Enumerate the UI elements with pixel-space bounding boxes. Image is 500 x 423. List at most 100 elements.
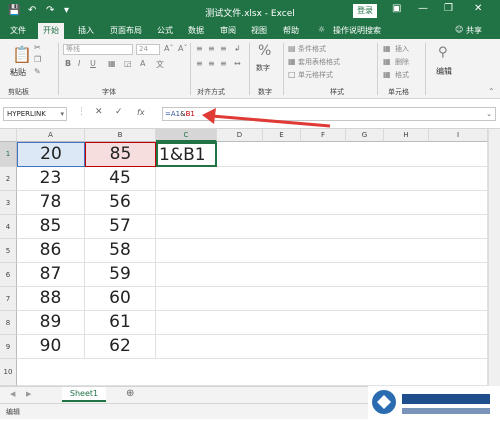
fill-color-icon[interactable]: ◲ bbox=[124, 59, 132, 68]
align-center-icon[interactable]: ≡ bbox=[208, 59, 215, 68]
bold-icon[interactable]: B bbox=[65, 59, 71, 68]
table-format-icon[interactable]: ▦ bbox=[288, 57, 296, 66]
cell-a3[interactable]: 78 bbox=[17, 191, 85, 215]
format-cells-icon[interactable]: ▦ bbox=[383, 70, 391, 79]
row-header[interactable]: 3 bbox=[0, 191, 17, 215]
scroll-right-icon[interactable]: ▶ bbox=[26, 390, 31, 398]
row-header[interactable]: 2 bbox=[0, 167, 17, 191]
cell-a8[interactable]: 89 bbox=[17, 311, 85, 335]
number-format-button[interactable]: 数字 bbox=[256, 63, 270, 73]
share-button[interactable]: 共享 bbox=[466, 25, 482, 36]
align-middle-icon[interactable]: ≡ bbox=[208, 44, 215, 53]
insert-function-button[interactable]: fx bbox=[137, 108, 145, 117]
italic-icon[interactable]: I bbox=[78, 59, 80, 68]
copy-icon[interactable]: ❐ bbox=[34, 55, 41, 64]
row-header[interactable]: 8 bbox=[0, 311, 17, 335]
row-empty-area[interactable] bbox=[156, 311, 488, 335]
align-top-icon[interactable]: ≡ bbox=[196, 44, 203, 53]
cell-b4[interactable]: 57 bbox=[85, 215, 156, 239]
delete-cells-button[interactable]: 删除 bbox=[395, 57, 409, 67]
underline-icon[interactable]: U bbox=[90, 59, 96, 68]
row-empty-area[interactable] bbox=[156, 239, 488, 263]
row-empty-area[interactable] bbox=[156, 263, 488, 287]
row-empty-area[interactable] bbox=[156, 335, 488, 359]
column-header-g[interactable]: G bbox=[346, 129, 384, 142]
row-header[interactable]: 6 bbox=[0, 263, 17, 287]
sheet-tab-sheet1[interactable]: Sheet1 bbox=[62, 387, 106, 402]
column-header-f[interactable]: F bbox=[301, 129, 346, 142]
conditional-format-button[interactable]: 条件格式 bbox=[298, 44, 326, 54]
cut-icon[interactable]: ✂ bbox=[34, 43, 41, 52]
cell-b3[interactable]: 56 bbox=[85, 191, 156, 215]
search-icon[interactable]: ⚲ bbox=[438, 45, 448, 60]
column-header-a[interactable]: A bbox=[17, 129, 85, 142]
column-header-c[interactable]: C bbox=[156, 129, 217, 142]
font-color-icon[interactable]: A bbox=[140, 59, 145, 68]
conditional-format-icon[interactable]: ▤ bbox=[288, 44, 296, 53]
enter-formula-button[interactable]: ✓ bbox=[115, 107, 123, 117]
cell-b2[interactable]: 45 bbox=[85, 167, 156, 191]
minimize-button[interactable]: — bbox=[418, 3, 428, 14]
cell-style-icon[interactable]: □ bbox=[288, 70, 296, 79]
name-box[interactable]: HYPERLINK ▾ bbox=[3, 107, 67, 121]
row-empty-area[interactable] bbox=[156, 167, 488, 191]
ribbon-display-icon[interactable]: ▣ bbox=[392, 3, 401, 14]
row-empty-area[interactable] bbox=[156, 191, 488, 215]
align-right-icon[interactable]: ≡ bbox=[220, 59, 227, 68]
cell-b1[interactable]: 85 bbox=[85, 142, 156, 167]
cell-b8[interactable]: 61 bbox=[85, 311, 156, 335]
tab-data[interactable]: 数据 bbox=[188, 25, 204, 36]
table-format-button[interactable]: 套用表格格式 bbox=[298, 57, 340, 67]
column-header-b[interactable]: B bbox=[85, 129, 156, 142]
close-button[interactable]: ✕ bbox=[474, 3, 482, 14]
tab-insert[interactable]: 插入 bbox=[78, 25, 94, 36]
cell-a7[interactable]: 88 bbox=[17, 287, 85, 311]
merge-center-icon[interactable]: ↔ bbox=[234, 59, 241, 68]
collapse-ribbon-icon[interactable]: ⌃ bbox=[488, 87, 495, 96]
cell-style-button[interactable]: 单元格样式 bbox=[298, 70, 333, 80]
align-left-icon[interactable]: ≡ bbox=[196, 59, 203, 68]
paste-button[interactable]: 粘贴 bbox=[10, 67, 26, 78]
border-icon[interactable]: ▦ bbox=[108, 59, 116, 68]
cell-a2[interactable]: 23 bbox=[17, 167, 85, 191]
cell-b9[interactable]: 62 bbox=[85, 335, 156, 359]
cell-a6[interactable]: 87 bbox=[17, 263, 85, 287]
shrink-font-icon[interactable]: Aˇ bbox=[178, 44, 187, 53]
tell-me-search[interactable]: 操作说明搜索 bbox=[333, 25, 381, 36]
cell-b7[interactable]: 60 bbox=[85, 287, 156, 311]
row-header[interactable]: 10 bbox=[0, 359, 17, 386]
worksheet-grid[interactable]: A B C D E F G H I 1 20 85 1&B1 2 23 45 3… bbox=[0, 129, 500, 386]
signin-button[interactable]: 登录 bbox=[353, 4, 377, 18]
cancel-formula-button[interactable]: ✕ bbox=[95, 107, 103, 117]
cell-b6[interactable]: 59 bbox=[85, 263, 156, 287]
row-header[interactable]: 1 bbox=[0, 142, 17, 167]
tab-formulas[interactable]: 公式 bbox=[157, 25, 173, 36]
chevron-down-icon[interactable]: ▾ bbox=[60, 108, 64, 120]
percent-icon[interactable]: % bbox=[258, 43, 271, 59]
row-empty-area[interactable] bbox=[17, 359, 488, 386]
row-empty-area[interactable] bbox=[156, 287, 488, 311]
cell-a1[interactable]: 20 bbox=[17, 142, 85, 167]
phonetic-icon[interactable]: 文 bbox=[156, 59, 164, 70]
cell-b5[interactable]: 58 bbox=[85, 239, 156, 263]
align-bottom-icon[interactable]: ≡ bbox=[220, 44, 227, 53]
tab-help[interactable]: 帮助 bbox=[283, 25, 299, 36]
format-cells-button[interactable]: 格式 bbox=[395, 70, 409, 80]
cell-a4[interactable]: 85 bbox=[17, 215, 85, 239]
row-empty-area[interactable] bbox=[156, 215, 488, 239]
format-painter-icon[interactable]: ✎ bbox=[34, 67, 41, 76]
edit-button[interactable]: 编辑 bbox=[436, 66, 452, 77]
tab-file[interactable]: 文件 bbox=[10, 25, 26, 36]
row-header[interactable]: 7 bbox=[0, 287, 17, 311]
insert-cells-button[interactable]: 插入 bbox=[395, 44, 409, 54]
column-header-h[interactable]: H bbox=[384, 129, 429, 142]
tab-page-layout[interactable]: 页面布局 bbox=[110, 25, 142, 36]
font-size-select[interactable]: 24 bbox=[136, 44, 160, 55]
wrap-text-icon[interactable]: ↲ bbox=[234, 44, 241, 53]
select-all-corner[interactable] bbox=[0, 129, 17, 142]
grow-font-icon[interactable]: Aˆ bbox=[164, 44, 173, 53]
add-sheet-icon[interactable]: ⊕ bbox=[126, 388, 134, 399]
delete-cells-icon[interactable]: ▦ bbox=[383, 57, 391, 66]
column-header-e[interactable]: E bbox=[263, 129, 301, 142]
vertical-scrollbar[interactable] bbox=[488, 129, 500, 386]
